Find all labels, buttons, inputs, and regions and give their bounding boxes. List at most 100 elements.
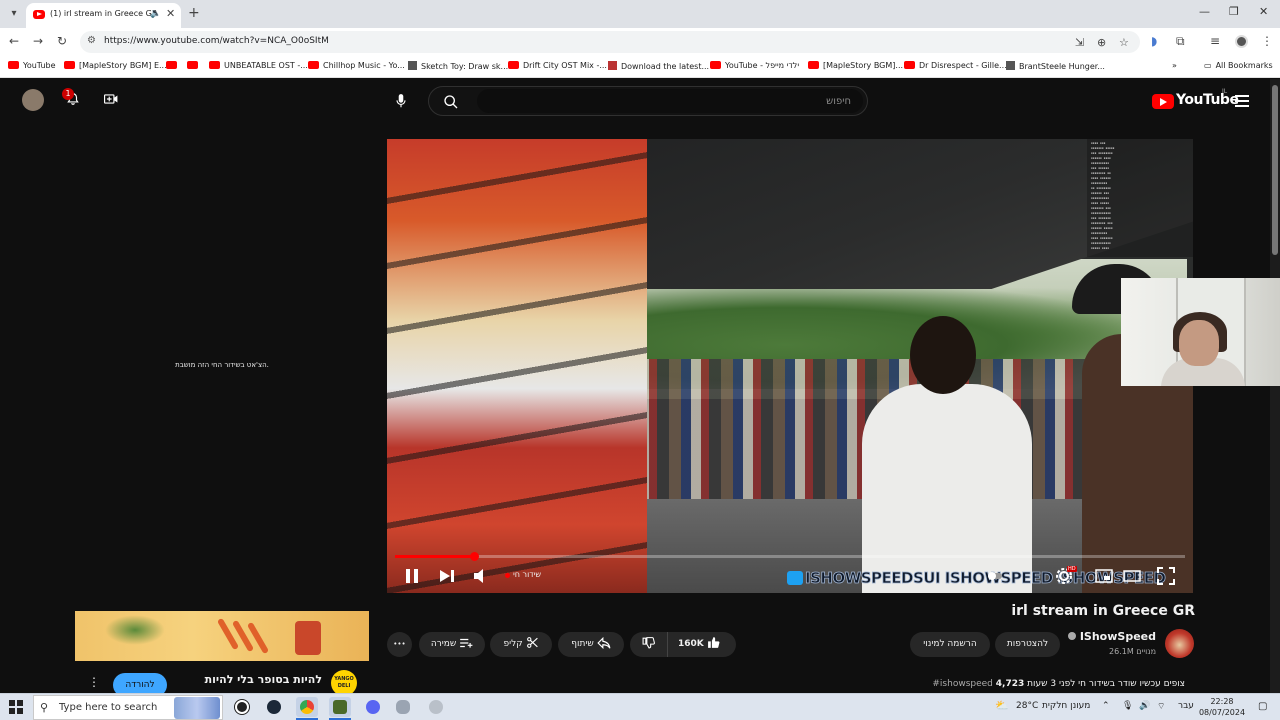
fullscreen-icon[interactable] [1157, 567, 1175, 585]
site-info-icon[interactable]: ⚙ [87, 35, 96, 46]
tab-audio-icon[interactable]: 🔈 [150, 9, 161, 19]
scrubber-handle[interactable] [470, 552, 479, 561]
voice-search-icon[interactable] [394, 93, 408, 109]
volume-icon[interactable] [473, 567, 487, 585]
bookmark-item[interactable]: Dr Disrespect - Gille... [904, 61, 1007, 70]
youtube-icon [904, 61, 915, 69]
media-controls-icon[interactable]: ≡ [1210, 34, 1220, 48]
close-window-icon[interactable]: ✕ [1259, 5, 1268, 18]
taskbar-app-steam[interactable] [263, 697, 285, 717]
address-bar[interactable]: ⚙ https://www.youtube.com/watch?v=NCA_O0… [80, 31, 1140, 53]
dislike-button[interactable] [642, 632, 656, 657]
video-player[interactable]: ▪▪▪▪ ▪▪▪ ▪▪▪▪▪▪▪ ▪▪▪▪▪ ▪▪▪ ▪▪▪▪▪▪▪▪ ▪▪▪▪▪▪ … [387, 139, 1193, 593]
autoplay-toggle-icon[interactable] [987, 567, 1003, 585]
miniplayer-icon[interactable] [1095, 567, 1113, 585]
ad-headline[interactable]: להיות בסופר בלי להיות [200, 673, 322, 686]
account-avatar[interactable] [22, 89, 44, 111]
channel-avatar[interactable] [1165, 629, 1194, 658]
browser-tab-active[interactable]: (1) irl stream in Greece GR 🔈 ✕ [26, 3, 181, 28]
reload-icon[interactable]: ↻ [57, 34, 67, 48]
input-language[interactable]: עבר [1178, 701, 1194, 711]
share-button[interactable]: שיתוף [558, 632, 624, 657]
taskbar-app-game[interactable] [329, 697, 351, 717]
youtube-icon [209, 61, 220, 69]
guide-menu-icon[interactable] [1235, 95, 1249, 107]
video-title: irl stream in Greece GR [1011, 603, 1195, 619]
youtube-play-icon [1152, 94, 1174, 109]
taskbar-search-box[interactable]: ⚲ Type here to search [33, 695, 223, 720]
bookmark-item[interactable]: Drift City OST Mix -... [508, 61, 607, 70]
bookmark-item[interactable]: BrantSteele Hunger... [1006, 61, 1105, 71]
tab-close-icon[interactable]: ✕ [166, 7, 175, 20]
system-clock[interactable]: 22:28 08/07/2024 [1196, 696, 1248, 718]
subscribe-button[interactable]: הרשמה למינוי [910, 632, 990, 657]
save-button[interactable]: שמירה [419, 632, 485, 657]
taskbar-app-tool[interactable] [392, 697, 414, 717]
back-icon[interactable]: ← [9, 34, 19, 48]
scrollbar-thumb[interactable] [1272, 85, 1278, 255]
tab-title: (1) irl stream in Greece GR [50, 9, 158, 18]
advertiser-logo[interactable]: YANGO DELI [331, 670, 357, 693]
clip-button[interactable]: קליפ [490, 632, 552, 657]
extension-audio-icon[interactable]: ◗ [1151, 34, 1157, 48]
bookmark-item[interactable]: UNBEATABLE OST -... [209, 61, 308, 70]
weather-icon[interactable]: ⛅ [995, 699, 1009, 712]
chrome-menu-icon[interactable]: ⋮ [1261, 34, 1273, 48]
new-tab-icon[interactable]: + [188, 5, 200, 21]
page-icon [1006, 61, 1015, 70]
screen: ▾ (1) irl stream in Greece GR 🔈 ✕ + — ❐ … [0, 0, 1280, 720]
more-actions-button[interactable]: ••• [387, 632, 412, 657]
bookmark-star-icon[interactable]: ☆ [1119, 36, 1129, 49]
bookmark-item[interactable]: YouTube [8, 61, 56, 70]
profile-avatar[interactable] [1235, 35, 1248, 48]
progress-bar[interactable] [395, 552, 1185, 561]
forward-icon[interactable]: → [33, 34, 43, 48]
like-button[interactable]: 160K [678, 632, 720, 657]
theater-mode-icon[interactable] [1123, 567, 1141, 585]
bookmark-item[interactable] [166, 61, 181, 70]
search-input[interactable] [491, 93, 851, 109]
join-button[interactable]: להצטרפות [995, 632, 1060, 657]
folder-icon: ▭ [1204, 61, 1212, 70]
page-scrollbar[interactable] [1270, 79, 1280, 693]
extensions-puzzle-icon[interactable]: ⧉ [1176, 34, 1185, 49]
hashtag[interactable]: #ishowspeed [932, 679, 993, 689]
taskbar-app-other[interactable] [425, 697, 447, 717]
restore-icon[interactable]: ❐ [1229, 5, 1239, 18]
notification-center-icon[interactable]: ▢ [1258, 701, 1267, 712]
minimize-icon[interactable]: — [1199, 5, 1210, 18]
bookmark-item[interactable]: [MapleStory BGM] E... [64, 61, 167, 70]
volume-tray-icon[interactable]: 🔊 [1139, 701, 1150, 711]
weather-description[interactable]: מעונן חלקית [1042, 701, 1090, 711]
all-bookmarks[interactable]: ▭ All Bookmarks [1204, 61, 1273, 70]
zoom-icon[interactable]: ⊕ [1097, 36, 1106, 49]
browser-tab-strip: ▾ (1) irl stream in Greece GR 🔈 ✕ + — ❐ … [0, 0, 1280, 28]
bookmark-item[interactable]: [MapleStory BGM]... [808, 61, 903, 70]
next-video-icon[interactable] [439, 567, 455, 585]
ad-banner-image[interactable] [75, 611, 369, 661]
bookmark-item[interactable]: Chillhop Music - Yo... [308, 61, 405, 70]
taskbar-app-obs[interactable] [231, 697, 253, 717]
pause-icon[interactable] [405, 567, 419, 585]
weather-temp[interactable]: 28°C [1016, 701, 1038, 711]
taskbar-app-discord[interactable] [362, 697, 384, 717]
network-tray-icon[interactable]: ⌔ [1157, 701, 1165, 712]
bookmark-item[interactable]: YouTube - ילדי מייפל [710, 61, 799, 70]
microphone-tray-icon[interactable]: 🎙 [1122, 701, 1133, 711]
more-bookmarks-icon[interactable]: » [1172, 61, 1177, 70]
windows-start-icon[interactable] [9, 700, 23, 714]
tab-search-icon[interactable]: ▾ [5, 5, 23, 23]
show-hidden-icons-icon[interactable]: ⌃ [1102, 701, 1110, 711]
live-label[interactable]: שידור חי [513, 570, 541, 579]
sketch-icon [408, 61, 417, 70]
youtube-icon [187, 61, 198, 69]
ad-menu-icon[interactable]: ⋮ [88, 675, 100, 689]
ad-download-button[interactable]: להורדה [113, 673, 167, 693]
bookmark-item[interactable]: Sketch Toy: Draw sk... [408, 61, 508, 71]
bookmark-item[interactable]: Download the latest... [608, 61, 709, 71]
install-icon[interactable]: ⇲ [1075, 36, 1084, 49]
bookmark-item[interactable] [187, 61, 202, 70]
taskbar-app-chrome[interactable] [296, 697, 318, 717]
create-video-icon[interactable] [104, 93, 118, 105]
search-icon[interactable] [443, 94, 459, 110]
